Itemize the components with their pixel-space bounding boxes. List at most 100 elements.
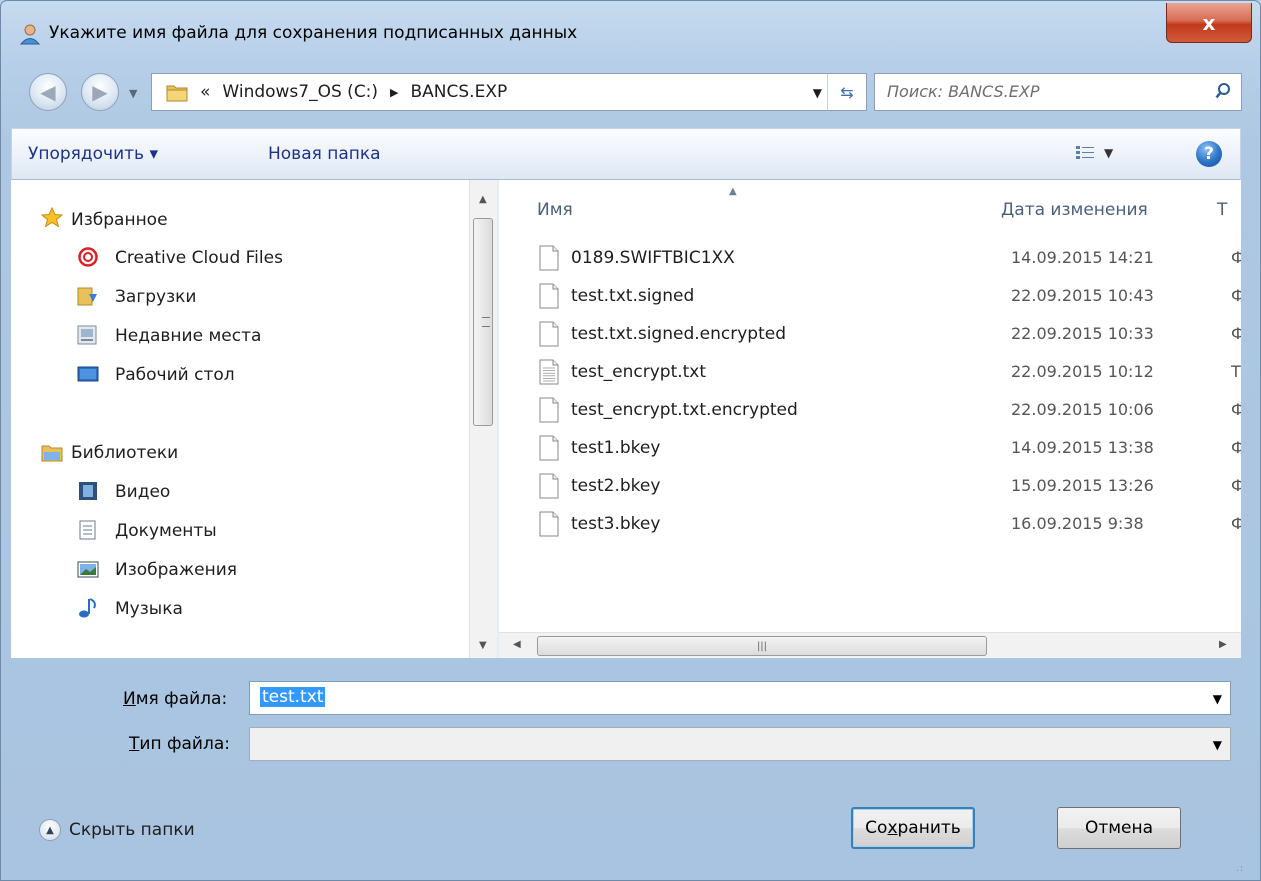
scroll-down-icon[interactable]: ▼ (479, 640, 487, 651)
close-button[interactable]: x (1166, 3, 1252, 43)
cancel-button-label: Отмена (1084, 818, 1154, 838)
file-date-modified: 22.09.2015 10:12 (1011, 362, 1154, 381)
creative-cloud-icon (78, 247, 98, 267)
file-name: test_encrypt.txt (571, 362, 707, 382)
filename-combobox[interactable]: test.txt ▼ (249, 681, 1231, 715)
file-date-modified: 14.09.2015 13:38 (1011, 438, 1154, 457)
forward-button[interactable]: ▶ (81, 73, 119, 111)
file-list: ▲ Имя Дата изменения Т 0189.SWIFTBIC1XX 1… (499, 180, 1241, 658)
file-row[interactable]: test_encrypt.txt 22.09.2015 10:12 Т (539, 358, 1241, 386)
nav-desktop[interactable]: Рабочий стол (115, 365, 235, 385)
file-name: test1.bkey (571, 438, 661, 458)
nav-music[interactable]: Музыка (115, 599, 183, 619)
nav-downloads[interactable]: Загрузки (115, 287, 196, 307)
save-file-dialog: Укажите имя файла для сохранения подписа… (0, 0, 1261, 881)
resize-grip-icon[interactable]: .: (1236, 864, 1244, 874)
file-type: Ф (1231, 438, 1241, 457)
new-folder-button[interactable]: Новая папка (268, 144, 381, 164)
blank-file-icon (539, 473, 559, 499)
breadcrumb-overflow[interactable]: « (200, 82, 210, 102)
scroll-left-icon[interactable]: ◀ (513, 639, 521, 650)
nav-video[interactable]: Видео (115, 482, 170, 502)
text-file-icon (539, 359, 559, 385)
help-icon[interactable]: ? (1196, 141, 1222, 167)
search-icon[interactable] (1215, 83, 1231, 99)
file-date-modified: 22.09.2015 10:33 (1011, 324, 1154, 343)
content-area: Избранное Creative Cloud Files Загрузки … (11, 180, 1241, 658)
view-dropdown-icon[interactable]: ▼ (1104, 146, 1113, 160)
file-row[interactable]: test3.bkey 16.09.2015 9:38 Ф (539, 510, 1241, 538)
breadcrumb-folder[interactable]: BANCS.EXP (411, 82, 508, 102)
file-type: Ф (1231, 400, 1241, 419)
filetype-dropdown-icon[interactable]: ▼ (1213, 738, 1222, 752)
title-bar: Укажите имя файла для сохранения подписа… (1, 1, 1260, 61)
scroll-up-icon[interactable]: ▲ (479, 194, 487, 205)
scrollbar-grip-icon (482, 317, 490, 327)
search-box[interactable]: Поиск: BANCS.EXP (874, 73, 1242, 111)
nav-favorites[interactable]: Избранное (71, 210, 168, 230)
file-type: Ф (1231, 286, 1241, 305)
video-icon (79, 482, 97, 500)
blank-file-icon (539, 245, 559, 271)
save-button-label: Сохранить (865, 818, 961, 838)
blank-file-icon (539, 511, 559, 537)
scroll-right-icon[interactable]: ▶ (1219, 639, 1227, 650)
documents-icon (79, 520, 96, 540)
forward-arrow-icon: ▶ (92, 80, 108, 104)
navigation-pane: Избранное Creative Cloud Files Загрузки … (11, 180, 498, 658)
view-options-icon[interactable] (1076, 145, 1094, 161)
column-header-date-modified[interactable]: Дата изменения (1001, 200, 1148, 220)
file-row[interactable]: test1.bkey 14.09.2015 13:38 Ф (539, 434, 1241, 462)
downloads-folder-icon (77, 287, 97, 306)
file-name: test.txt.signed (571, 286, 695, 306)
save-button[interactable]: Сохранить (851, 807, 975, 849)
recent-locations-dropdown-icon[interactable]: ▼ (129, 87, 137, 100)
blank-file-icon (539, 435, 559, 461)
nav-creative-cloud-files[interactable]: Creative Cloud Files (115, 248, 283, 268)
cancel-button[interactable]: Отмена (1057, 807, 1181, 849)
filetype-select[interactable]: ▼ (249, 727, 1231, 761)
star-icon (41, 207, 63, 227)
column-header-type[interactable]: Т (1217, 200, 1227, 220)
address-dropdown-icon[interactable]: ▼ (813, 86, 822, 100)
filename-label: Имя файла: (123, 689, 228, 709)
navigation-pane-scrollbar[interactable]: ▲ ▼ (469, 180, 498, 658)
breadcrumb-drive[interactable]: Windows7_OS (C:) (222, 82, 378, 102)
file-type: Ф (1231, 248, 1241, 267)
scrollbar-thumb[interactable] (473, 218, 493, 426)
nav-recent-places[interactable]: Недавние места (115, 326, 261, 346)
refresh-icon: ⇆ (840, 82, 854, 102)
address-bar[interactable]: « Windows7_OS (C:) ▶ BANCS.EXP ▼ ⇆ (151, 73, 867, 111)
nav-documents[interactable]: Документы (115, 521, 217, 541)
navigation-row: ◀ ▶ ▼ « Windows7_OS (C:) ▶ BANCS.EXP ▼ ⇆… (1, 65, 1260, 121)
file-date-modified: 22.09.2015 10:43 (1011, 286, 1154, 305)
file-name: test_encrypt.txt.encrypted (571, 400, 798, 420)
breadcrumb-separator-icon[interactable]: ▶ (390, 86, 398, 99)
file-row[interactable]: test.txt.signed 22.09.2015 10:43 Ф (539, 282, 1241, 310)
column-header-name[interactable]: Имя (537, 200, 573, 220)
organize-menu[interactable]: Упорядочить ▾ (28, 144, 158, 164)
recent-places-icon (77, 325, 97, 345)
file-row[interactable]: test.txt.signed.encrypted 22.09.2015 10:3… (539, 320, 1241, 348)
nav-pictures[interactable]: Изображения (115, 560, 237, 580)
file-list-horizontal-scrollbar[interactable]: ◀ ||| ▶ (499, 632, 1241, 658)
horizontal-scrollbar-thumb[interactable]: ||| (537, 636, 987, 656)
refresh-button[interactable]: ⇆ (827, 74, 866, 110)
desktop-icon (77, 366, 99, 382)
file-name: test2.bkey (571, 476, 661, 496)
hide-folders-toggle[interactable]: ▲ Скрыть папки (39, 819, 195, 841)
filename-input[interactable]: test.txt (260, 687, 326, 707)
search-placeholder: Поиск: BANCS.EXP (887, 82, 1040, 101)
libraries-icon (41, 445, 63, 462)
file-type: Ф (1231, 324, 1241, 343)
file-name: 0189.SWIFTBIC1XX (571, 248, 735, 268)
collapse-up-icon: ▲ (39, 819, 61, 841)
filename-dropdown-icon[interactable]: ▼ (1213, 692, 1222, 706)
file-row[interactable]: test_encrypt.txt.encrypted 22.09.2015 10:… (539, 396, 1241, 424)
file-type: Т (1231, 362, 1241, 381)
file-row[interactable]: 0189.SWIFTBIC1XX 14.09.2015 14:21 Ф (539, 244, 1241, 272)
nav-libraries[interactable]: Библиотеки (71, 443, 178, 463)
filetype-label: Тип файла: (129, 734, 230, 754)
back-button[interactable]: ◀ (29, 73, 67, 111)
file-row[interactable]: test2.bkey 15.09.2015 13:26 Ф (539, 472, 1241, 500)
